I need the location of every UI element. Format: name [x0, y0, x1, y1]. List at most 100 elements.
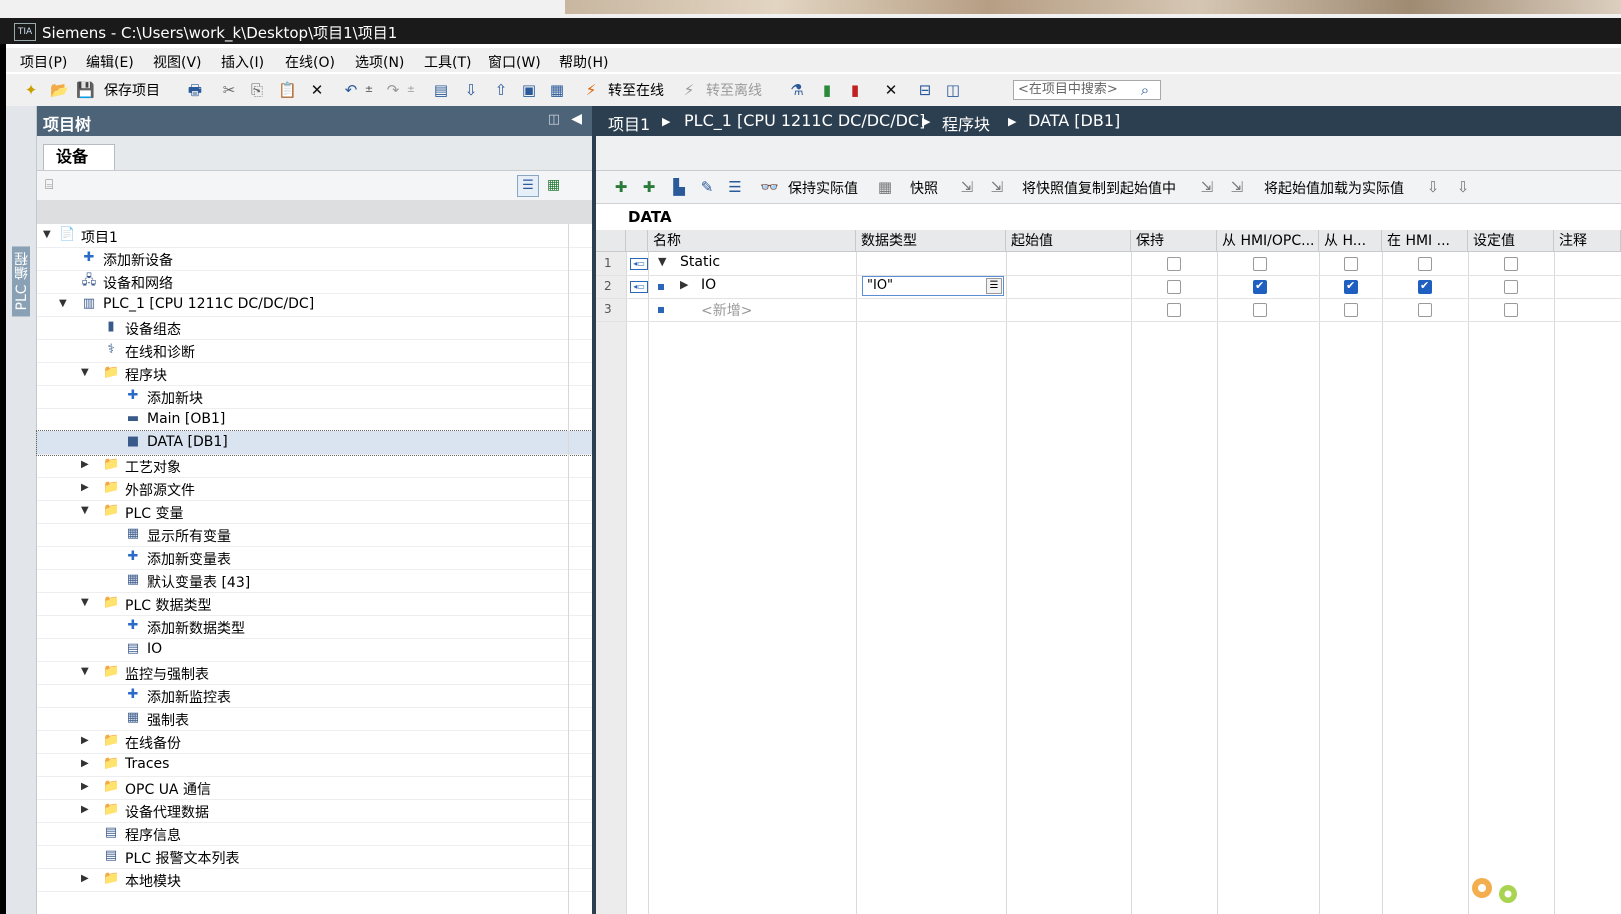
tree-collapse-arrow-icon[interactable]: ▼	[81, 597, 91, 609]
tree-item[interactable]: ▼ 📁 监控与强制表	[37, 661, 592, 685]
cut-icon[interactable]: ✂	[220, 81, 238, 99]
breadcrumb-project[interactable]: 项目1	[608, 111, 650, 135]
tree-collapse-arrow-icon[interactable]: ▼	[43, 229, 53, 241]
search-icon[interactable]: ⌕	[1136, 81, 1154, 99]
visible-hmi-checkbox[interactable]	[1418, 303, 1432, 317]
header-visible-hmi[interactable]: 在 HMI ...	[1382, 230, 1468, 252]
tree-item[interactable]: ✚ 添加新监控表	[37, 684, 592, 708]
accessible-hmi-checkbox[interactable]	[1253, 279, 1267, 294]
copy-snapshot-icon[interactable]: ⇲	[958, 178, 976, 196]
snapshot-button[interactable]: 快照	[910, 178, 938, 198]
go-online-button[interactable]: 转至在线	[608, 80, 664, 100]
load-start-2-icon[interactable]: ⇩	[1454, 178, 1472, 196]
compile-icon[interactable]: ▤	[432, 81, 450, 99]
tree-item[interactable]: ⚕ 在线和诊断	[37, 339, 592, 363]
load-snapshot-2-icon[interactable]: ⇲	[1228, 178, 1246, 196]
tree-item[interactable]: ▶ 📁 设备代理数据	[37, 799, 592, 823]
tree-item[interactable]: ✚ 添加新块	[37, 385, 592, 409]
snapshot-icon[interactable]: ▦	[876, 178, 894, 196]
monitor-glasses-icon[interactable]: 👓	[760, 178, 779, 196]
menu-help[interactable]: 帮助(H)	[559, 52, 608, 72]
cross-reference-icon[interactable]: ✕	[882, 81, 900, 99]
tree-expand-arrow-icon[interactable]: ▶	[81, 781, 91, 793]
add-new-row[interactable]: <新增>	[701, 300, 752, 320]
tree-item[interactable]: ▶ 📁 在线备份	[37, 730, 592, 754]
tree-item[interactable]: ▮ 设备组态	[37, 316, 592, 340]
save-project-button[interactable]: 保存项目	[104, 80, 160, 100]
header-datatype[interactable]: 数据类型	[856, 230, 1006, 252]
stop-simulation-icon[interactable]: ▦	[548, 81, 566, 99]
copy-snapshot-2-icon[interactable]: ⇲	[988, 178, 1006, 196]
visible-hmi-checkbox[interactable]	[1418, 257, 1432, 271]
split-vertical-icon[interactable]: ◫	[944, 81, 962, 99]
plc-programming-tab[interactable]: PLC 编程	[6, 106, 37, 914]
header-retain[interactable]: 保持	[1131, 230, 1217, 252]
extended-icon[interactable]: ▙	[670, 178, 688, 196]
tree-collapse-arrow-icon[interactable]: ▼	[81, 666, 91, 678]
header-name[interactable]: 名称	[648, 230, 856, 252]
tree-expand-arrow-icon[interactable]: ▶	[81, 459, 91, 471]
breadcrumb-program-blocks[interactable]: 程序块	[942, 111, 990, 135]
writable-hmi-checkbox[interactable]	[1344, 257, 1358, 271]
collapse-panel-icon[interactable]: ◀	[571, 111, 582, 127]
tree-expand-arrow-icon[interactable]: ▶	[81, 735, 91, 747]
tree-item[interactable]: ▶ 📁 本地模块	[37, 868, 592, 892]
open-project-icon[interactable]: 📂	[50, 81, 69, 99]
list-view-icon[interactable]: ☰	[726, 178, 744, 196]
tab-devices[interactable]: 设备	[43, 144, 115, 170]
undo-dropdown-icon[interactable]: ±	[360, 81, 378, 99]
delete-icon[interactable]: ✕	[308, 81, 326, 99]
setpoint-checkbox[interactable]	[1504, 280, 1518, 294]
stop-cpu-icon[interactable]: ▮	[846, 81, 864, 99]
load-start-icon[interactable]: ⇩	[1424, 178, 1442, 196]
tree-item[interactable]: ▼ 📁 程序块	[37, 362, 592, 386]
tree-item[interactable]: ▤ IO	[37, 638, 592, 662]
tree-item[interactable]: ▶ 📁 工艺对象	[37, 454, 592, 478]
tree-item[interactable]: ▶ 📁 OPC UA 通信	[37, 776, 592, 800]
tree-expand-arrow-icon[interactable]: ▶	[81, 873, 91, 885]
tree-item[interactable]: ▶ 📁 外部源文件	[37, 477, 592, 501]
tree-item[interactable]: ✚ 添加新变量表	[37, 546, 592, 570]
add-row-icon[interactable]: ✚	[640, 178, 658, 196]
menu-project[interactable]: 项目(P)	[20, 52, 67, 72]
tree-item[interactable]: ▼ ▥ PLC_1 [CPU 1211C DC/DC/DC]	[37, 293, 592, 317]
undo-icon[interactable]: ↶	[342, 81, 360, 99]
start-cpu-icon[interactable]: ▮	[818, 81, 836, 99]
retain-checkbox[interactable]	[1167, 257, 1181, 271]
tree-item[interactable]: ▦ 显示所有变量	[37, 523, 592, 547]
tree-item[interactable]: ■ DATA [DB1]	[36, 430, 593, 456]
expand-arrow-icon[interactable]: ▶	[680, 278, 688, 291]
retain-checkbox[interactable]	[1167, 303, 1181, 317]
header-start-value[interactable]: 起始值	[1006, 230, 1131, 252]
header-accessible-hmi[interactable]: 从 HMI/OPC...	[1217, 230, 1319, 252]
new-project-icon[interactable]: ✦	[22, 81, 40, 99]
datatype-input[interactable]: "IO" ☰	[862, 276, 1004, 296]
menu-online[interactable]: 在线(O)	[285, 52, 335, 72]
tree-expand-arrow-icon[interactable]: ▶	[81, 804, 91, 816]
edit-icon[interactable]: ✎	[698, 178, 716, 196]
tree-item[interactable]: ✚ 添加新数据类型	[37, 615, 592, 639]
tree-item[interactable]: ▼ 📄 项目1	[37, 224, 592, 248]
detail-view-icon[interactable]: ☰	[517, 175, 539, 197]
keep-actual-values-button[interactable]: 保持实际值	[788, 178, 858, 198]
setpoint-checkbox[interactable]	[1504, 303, 1518, 317]
tree-item[interactable]: ▦ 强制表	[37, 707, 592, 731]
tree-item[interactable]: ✚ 添加新设备	[37, 247, 592, 271]
breadcrumb-plc[interactable]: PLC_1 [CPU 1211C DC/DC/DC]	[684, 111, 925, 130]
print-icon[interactable]: 🖶	[186, 81, 204, 99]
tree-item[interactable]: 🖧 设备和网络	[37, 270, 592, 294]
pin-icon[interactable]: ◫	[548, 112, 560, 127]
simulation-icon[interactable]: ▣	[520, 81, 538, 99]
datatype-picker-icon[interactable]: ☰	[986, 278, 1002, 294]
collapse-arrow-icon[interactable]: ▼	[658, 255, 666, 268]
tree-collapse-arrow-icon[interactable]: ▼	[59, 298, 69, 310]
row-name[interactable]: IO	[701, 277, 716, 293]
menu-options[interactable]: 选项(N)	[355, 52, 404, 72]
accessible-hmi-checkbox[interactable]	[1253, 303, 1267, 317]
go-online-icon[interactable]: ⚡	[582, 81, 600, 99]
header-setpoint[interactable]: 设定值	[1468, 230, 1554, 252]
tree-item[interactable]: ▶ 📁 Traces	[37, 753, 592, 777]
split-horizontal-icon[interactable]: ⊟	[916, 81, 934, 99]
redo-dropdown-icon[interactable]: ±	[402, 81, 420, 99]
tree-options-icon[interactable]: ⌸	[45, 177, 53, 193]
